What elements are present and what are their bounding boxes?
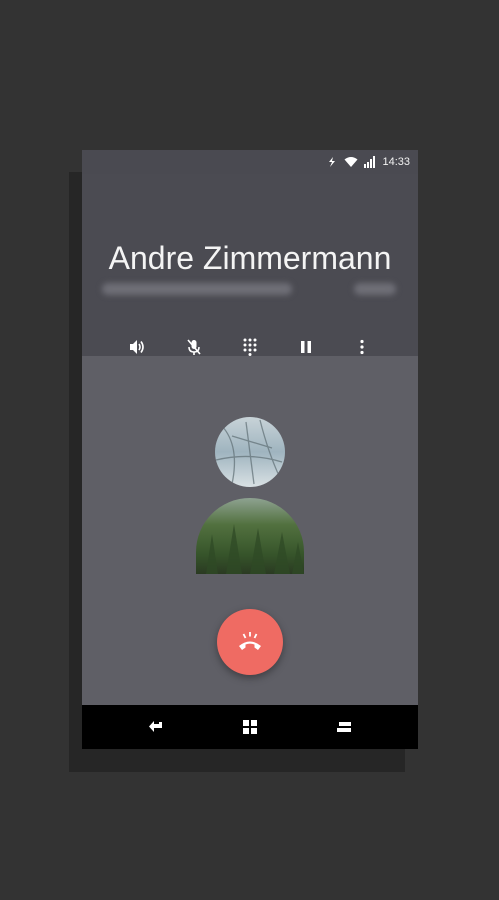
recent-apps-button[interactable] xyxy=(330,713,358,741)
recent-apps-icon xyxy=(337,722,351,732)
blurred-call-timer xyxy=(354,283,396,295)
call-header: Andre Zimmermann xyxy=(82,174,418,356)
status-time: 14:33 xyxy=(382,156,410,168)
status-bar: 14:33 xyxy=(82,150,418,174)
blurred-phone-number xyxy=(102,283,292,295)
wifi-icon xyxy=(344,156,358,168)
mute-microphone-icon xyxy=(187,339,201,355)
more-options-icon xyxy=(360,339,364,355)
navigation-bar xyxy=(82,705,418,749)
back-button[interactable] xyxy=(142,713,170,741)
end-call-button[interactable] xyxy=(217,609,283,675)
hold-icon xyxy=(301,341,311,353)
dialpad-icon xyxy=(243,338,257,356)
signal-icon xyxy=(364,156,376,168)
speaker-icon xyxy=(130,340,144,354)
end-call-icon xyxy=(239,632,261,650)
call-body xyxy=(82,356,418,705)
back-icon xyxy=(149,721,162,732)
home-icon xyxy=(243,720,257,734)
home-button[interactable] xyxy=(236,713,264,741)
contact-name: Andre Zimmermann xyxy=(108,240,392,276)
phone-screen: 14:33 Andre Zimmermann xyxy=(82,150,418,749)
data-transfer-icon xyxy=(326,156,338,168)
